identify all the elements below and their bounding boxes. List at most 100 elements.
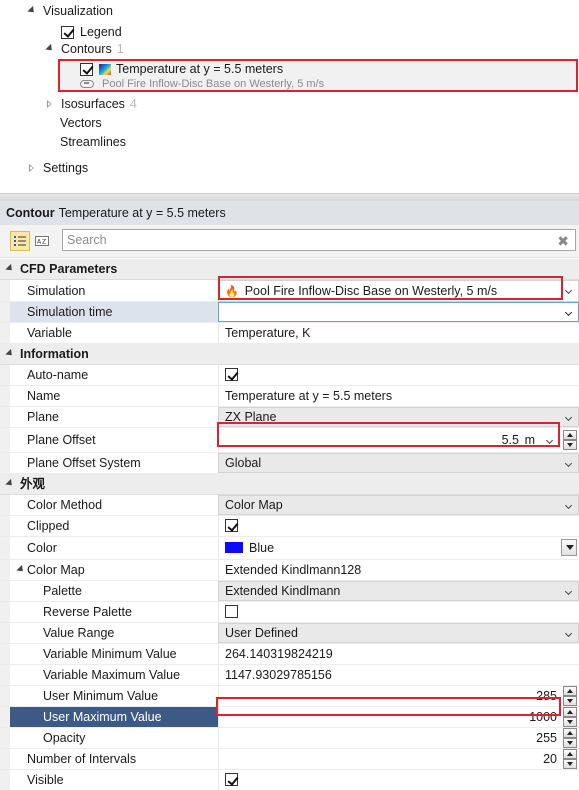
user-max-spinner[interactable]: [563, 707, 577, 727]
simulation-dropdown[interactable]: 🔥 Pool Fire Inflow-Disc Base on Westerly,…: [218, 280, 579, 302]
legend-checkbox[interactable]: [61, 25, 74, 39]
category-cfd-parameters[interactable]: CFD Parameters: [0, 259, 579, 280]
prop-label-variable-min: Variable Minimum Value: [43, 647, 177, 661]
visible-checkbox[interactable]: [225, 773, 238, 786]
user-min-spinner[interactable]: [563, 686, 577, 706]
contour-icon: [99, 63, 111, 75]
prop-row-visible[interactable]: Visible: [0, 770, 579, 790]
chevron-down-icon: [564, 286, 573, 295]
plane-offset-system-dropdown[interactable]: Global: [218, 453, 579, 473]
color-dropdown-button[interactable]: [561, 539, 577, 556]
prop-row-simulation[interactable]: Simulation 🔥 Pool Fire Inflow-Disc Base o…: [0, 280, 579, 302]
prop-row-reverse-palette[interactable]: Reverse Palette: [0, 602, 579, 623]
color-cell[interactable]: Blue: [218, 537, 579, 559]
collapse-arrow-icon[interactable]: [45, 99, 55, 109]
spin-up-icon[interactable]: [563, 728, 577, 738]
prop-row-clipped[interactable]: Clipped: [0, 516, 579, 537]
spin-up-icon[interactable]: [563, 749, 577, 759]
tree-node-isosurfaces[interactable]: Isosurfaces 4: [45, 95, 137, 113]
category-expand-icon[interactable]: [5, 348, 15, 359]
reverse-palette-checkbox[interactable]: [225, 605, 238, 618]
prop-row-color-map[interactable]: Color Map Extended Kindlmann128: [0, 560, 579, 581]
color-map-value: Extended Kindlmann128: [218, 560, 579, 580]
contour-visible-checkbox[interactable]: [80, 62, 93, 76]
prop-row-opacity[interactable]: Opacity 255: [0, 728, 579, 749]
tree-label-visualization: Visualization: [43, 4, 113, 18]
palette-dropdown[interactable]: Extended Kindlmann: [218, 581, 579, 601]
prop-label-intervals: Number of Intervals: [27, 752, 137, 766]
prop-row-value-range[interactable]: Value Range User Defined: [0, 623, 579, 644]
spin-up-icon[interactable]: [563, 686, 577, 696]
spin-down-icon[interactable]: [563, 696, 577, 706]
prop-row-plane-offset-system[interactable]: Plane Offset System Global: [0, 453, 579, 474]
spin-down-icon[interactable]: [563, 738, 577, 748]
tree-node-vectors[interactable]: Vectors: [60, 114, 102, 132]
user-max-cell[interactable]: 1000: [218, 707, 579, 727]
spin-up-icon[interactable]: [563, 430, 577, 440]
plane-offset-cell[interactable]: 5.5 m: [218, 428, 579, 453]
opacity-spinner[interactable]: [563, 728, 577, 748]
tree-node-legend[interactable]: Legend: [61, 23, 122, 41]
prop-row-intervals[interactable]: Number of Intervals 20: [0, 749, 579, 770]
expand-arrow-icon[interactable]: [27, 6, 37, 16]
user-min-cell[interactable]: 285: [218, 686, 579, 706]
prop-row-plane-offset[interactable]: Plane Offset 5.5 m: [0, 428, 579, 453]
search-input[interactable]: Search ✖: [62, 229, 576, 251]
unit-chevron-down-icon[interactable]: [545, 436, 554, 445]
clear-search-icon[interactable]: ✖: [557, 233, 569, 250]
spin-down-icon[interactable]: [563, 717, 577, 727]
simulation-time-dropdown[interactable]: [218, 302, 579, 322]
name-value[interactable]: Temperature at y = 5.5 meters: [218, 386, 579, 406]
intervals-spinner[interactable]: [563, 749, 577, 769]
color-map-expand-icon[interactable]: [16, 564, 26, 575]
plane-offset-spinner[interactable]: [563, 430, 577, 450]
tree-node-streamlines[interactable]: Streamlines: [60, 133, 126, 151]
tree-label-streamlines: Streamlines: [60, 135, 126, 149]
intervals-value: 20: [543, 752, 557, 766]
prop-label-simulation-time: Simulation time: [27, 305, 113, 319]
prop-label-opacity: Opacity: [43, 731, 86, 745]
clipped-cell: [218, 516, 579, 536]
auto-name-cell: [218, 365, 579, 385]
prop-label-palette: Palette: [43, 584, 82, 598]
tree-node-settings[interactable]: Settings: [27, 159, 88, 177]
prop-row-name[interactable]: Name Temperature at y = 5.5 meters: [0, 386, 579, 407]
value-range-dropdown[interactable]: User Defined: [218, 623, 579, 643]
plane-dropdown[interactable]: ZX Plane: [218, 407, 579, 427]
collapse-arrow-icon[interactable]: [27, 163, 37, 173]
intervals-cell[interactable]: 20: [218, 749, 579, 769]
prop-row-variable-max[interactable]: Variable Maximum Value 1147.93029785156: [0, 665, 579, 686]
spin-up-icon[interactable]: [563, 707, 577, 717]
prop-row-plane[interactable]: Plane ZX Plane: [0, 407, 579, 428]
category-expand-icon[interactable]: [5, 478, 15, 489]
spin-down-icon[interactable]: [563, 759, 577, 769]
prop-row-user-max[interactable]: User Maximum Value 1000: [0, 707, 579, 728]
search-placeholder: Search: [67, 233, 107, 247]
categorized-view-button[interactable]: [10, 231, 30, 251]
clipped-checkbox[interactable]: [225, 519, 238, 532]
opacity-value: 255: [536, 731, 557, 745]
prop-row-auto-name[interactable]: Auto-name: [0, 365, 579, 386]
category-expand-icon[interactable]: [5, 263, 15, 274]
opacity-cell[interactable]: 255: [218, 728, 579, 748]
panel-splitter[interactable]: [0, 193, 579, 201]
prop-row-color[interactable]: Color Blue: [0, 537, 579, 560]
alphabetical-view-button[interactable]: A Z: [32, 231, 52, 251]
auto-name-checkbox[interactable]: [225, 368, 238, 381]
prop-row-variable-min[interactable]: Variable Minimum Value 264.140319824219: [0, 644, 579, 665]
prop-row-user-min[interactable]: User Minimum Value 285: [0, 686, 579, 707]
prop-row-variable[interactable]: Variable Temperature, K: [0, 323, 579, 344]
tree-node-contours[interactable]: Contours 1: [45, 40, 124, 58]
tree-node-visualization[interactable]: Visualization: [27, 2, 113, 20]
category-label: 外观: [20, 477, 46, 491]
chevron-down-icon: [564, 459, 573, 468]
color-method-dropdown[interactable]: Color Map: [218, 495, 579, 515]
prop-row-palette[interactable]: Palette Extended Kindlmann: [0, 581, 579, 602]
category-information[interactable]: Information: [0, 344, 579, 365]
chevron-down-icon: [564, 587, 573, 596]
spin-down-icon[interactable]: [563, 440, 577, 450]
category-appearance[interactable]: 外观: [0, 474, 579, 495]
expand-arrow-icon[interactable]: [45, 44, 55, 54]
prop-row-color-method[interactable]: Color Method Color Map: [0, 495, 579, 516]
prop-row-simulation-time[interactable]: Simulation time: [0, 302, 579, 323]
